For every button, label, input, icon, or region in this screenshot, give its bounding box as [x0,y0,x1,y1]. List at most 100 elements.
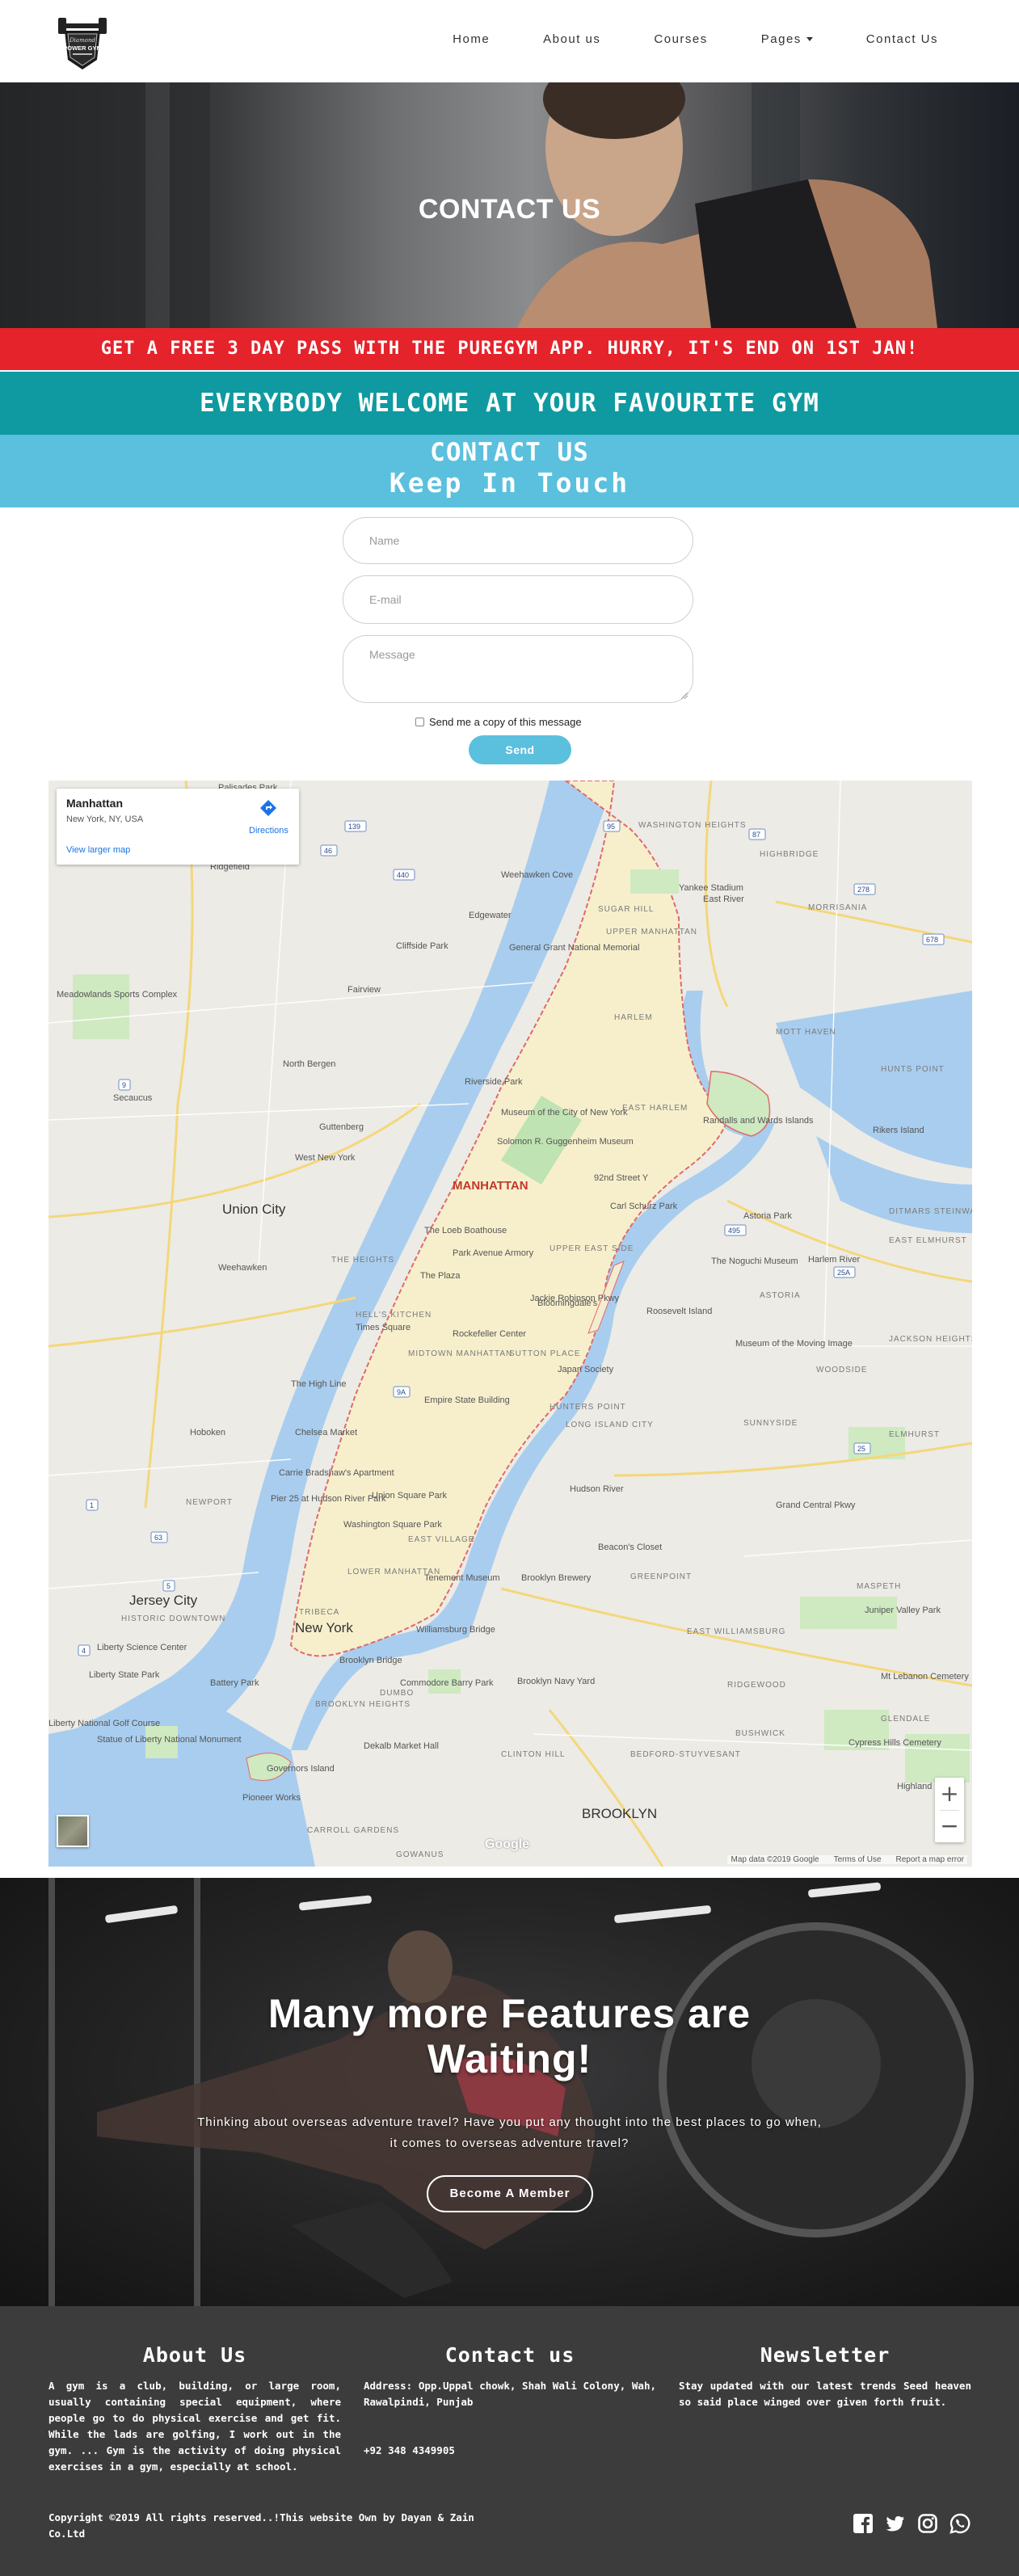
email-placeholder: E-mail [369,593,402,606]
map-label: ASTORIA [760,1291,801,1300]
map-label: The Noguchi Museum [711,1256,798,1266]
map-label: Williamsburg Bridge [416,1625,495,1635]
map-report-error-link[interactable]: Report a map error [896,1855,964,1864]
route-label: 139 [348,823,360,831]
hero-title: CONTACT US [418,194,601,225]
map-label: CLINTON HILL [501,1750,566,1759]
map-label: Randalls and Wards Islands [703,1116,814,1126]
instagram-icon[interactable] [917,2513,938,2534]
send-copy-checkbox[interactable] [415,718,424,726]
map-label: Yankee Stadium [679,883,743,893]
map-label: Union City [222,1202,286,1217]
features-text-line2: it comes to overseas adventure travel? [389,2136,630,2150]
nav-courses[interactable]: Courses [654,32,707,46]
zoom-in-button[interactable]: + [935,1778,964,1810]
map-label: TRIBECA [299,1608,339,1617]
map-label: SUTTON PLACE [509,1349,581,1358]
map-attribution: Map data ©2019 Google Terms of Use Repor… [727,1855,967,1864]
features-background-photo [48,1878,974,2306]
name-placeholder: Name [369,534,400,547]
features-description: Thinking about overseas adventure travel… [162,2112,857,2154]
welcome-banner: EVERYBODY WELCOME AT YOUR FAVOURITE GYM [0,372,1019,435]
resize-grip-icon[interactable] [681,692,688,699]
nav-home[interactable]: Home [453,32,490,46]
map-label: East River [703,894,744,904]
map-label: Union Square Park [372,1491,447,1501]
route-label: 25A [837,1269,850,1277]
embedded-map[interactable]: Palisades Park Ridgefield Edgewater Cliffsi… [48,781,972,1867]
email-input[interactable]: E-mail [343,575,693,624]
map-label: EAST WILLIAMSBURG [687,1627,785,1636]
features-section: Many more Features are Waiting! Thinking… [0,1878,1019,2306]
hero-banner: CONTACT US [0,82,1019,328]
map-label: Pier 25 at Hudson River Park [271,1494,386,1504]
message-textarea[interactable]: Message [343,635,693,703]
footer-newsletter-text: Stay updated with our latest trends Seed… [679,2380,971,2408]
site-header: Diamond POWER GYM Home About us Courses … [0,0,1019,82]
gym-logo[interactable]: Diamond POWER GYM [53,13,112,74]
svg-text:POWER GYM: POWER GYM [63,44,102,52]
svg-text:Diamond: Diamond [69,37,95,44]
nav-contact-us[interactable]: Contact Us [866,32,938,46]
map-label: Dekalb Market Hall [364,1741,439,1751]
send-button[interactable]: Send [469,735,571,764]
map-label: NEWPORT [186,1498,233,1507]
map-label: Liberty Science Center [97,1643,187,1652]
map-label: Empire State Building [424,1395,510,1405]
route-label: 1 [90,1501,94,1509]
map-label: GREENPOINT [630,1572,692,1581]
nav-about-us[interactable]: About us [543,32,600,46]
map-label: BUSHWICK [735,1729,785,1738]
map-label: Liberty State Park [89,1670,160,1680]
route-label: 495 [728,1227,740,1235]
map-label: 92nd Street Y [594,1173,649,1183]
nav-home-label: Home [453,32,491,46]
route-label: 9A [397,1388,406,1396]
features-title-line1: Many more Features are [267,1991,752,2036]
map-label: LONG ISLAND CITY [566,1421,654,1429]
zoom-out-button[interactable]: − [935,1810,964,1842]
map-label: The Plaza [420,1271,461,1281]
map-label: Jackie Robinson Pkwy [530,1294,620,1303]
map-label: Cliffside Park [396,941,448,951]
map-label: General Grant National Memorial [509,943,639,953]
map-label: Rikers Island [873,1126,924,1135]
become-member-button[interactable]: Become A Member [427,2175,593,2212]
footer-newsletter-column: Newsletter Stay updated with our latest … [679,2343,971,2410]
name-input[interactable]: Name [343,517,693,564]
facebook-icon[interactable] [853,2513,874,2534]
route-label: 9 [122,1081,126,1089]
view-larger-map-link[interactable]: View larger map [66,845,130,855]
directions-icon[interactable] [259,798,278,818]
route-label: 440 [397,871,409,879]
footer-contact-address: Address: Opp.Uppal chowk, Shah Wali Colo… [364,2380,656,2408]
nav-courses-label: Courses [654,32,708,46]
directions-link[interactable]: Directions [249,826,288,836]
whatsapp-icon[interactable] [950,2513,971,2534]
map-label: Battery Park [210,1678,259,1688]
nav-pages-dropdown[interactable]: Pages [761,32,813,46]
map-label: Statue of Liberty National Monument [97,1735,242,1745]
map-label: The Loeb Boathouse [424,1226,507,1235]
footer-contact-title: Contact us [444,2343,575,2367]
twitter-icon[interactable] [885,2513,906,2534]
map-label: Mt Lebanon Cemetery [881,1672,969,1682]
map-label: Hoboken [190,1428,225,1437]
map-label: Roosevelt Island [646,1307,712,1316]
google-logo: Google [485,1837,530,1851]
map-label: THE HEIGHTS [331,1256,394,1265]
map-terms-link[interactable]: Terms of Use [834,1855,882,1864]
map-label: BROOKLYN [582,1806,657,1821]
zoom-divider [940,1810,959,1811]
map-label: RIDGEWOOD [727,1681,786,1690]
map-label: MASPETH [857,1582,901,1591]
map-label: Brooklyn Navy Yard [517,1677,595,1686]
route-label: 46 [324,847,332,855]
map-label: UPPER EAST SIDE [550,1244,634,1253]
map-label: Museum of the Moving Image [735,1339,853,1349]
route-label: 278 [857,886,870,894]
nav-about-label: About us [543,32,601,46]
map-label: EAST VILLAGE [408,1535,474,1544]
satellite-toggle[interactable] [57,1815,89,1847]
footer-about-column: About Us A gym is a club, building, or l… [48,2343,341,2475]
